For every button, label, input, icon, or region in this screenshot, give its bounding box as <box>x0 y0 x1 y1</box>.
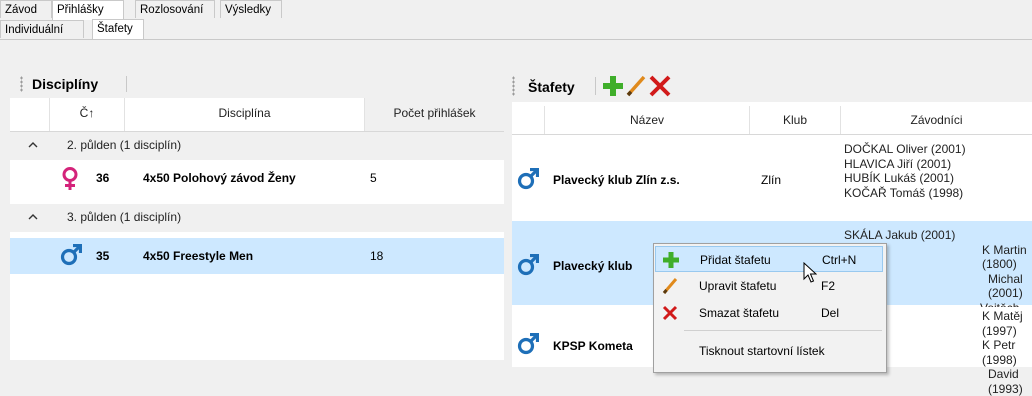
tab-rozlosovani[interactable]: Rozlosování <box>135 0 215 18</box>
sub-tab-bar: Individuální Štafety <box>0 19 1032 40</box>
context-menu: Přidat štafetu Ctrl+N Upravit štafetu F2… <box>653 243 887 373</box>
menu-item-shortcut: Del <box>821 306 840 320</box>
tab-vysledky[interactable]: Výsledky <box>220 0 282 18</box>
tab-stafety[interactable]: Štafety <box>92 19 144 39</box>
header-gender-col[interactable] <box>512 106 545 134</box>
disciplines-toolbar: Disciplíny <box>10 70 504 98</box>
relay-row[interactable]: Plavecký klub Zlín z.s. Zlín DOČKAL Oliv… <box>512 135 1032 219</box>
toolbar-separator <box>595 77 596 95</box>
male-symbol-icon <box>517 167 540 193</box>
group-label: 2. půlden (1 disciplín) <box>67 138 182 152</box>
mouse-cursor-icon <box>803 261 818 287</box>
entry-count: 18 <box>370 249 384 263</box>
header-discipline-label: Disciplína <box>218 106 271 120</box>
discipline-number: 35 <box>96 249 110 263</box>
group-row-day2[interactable]: 2. půlden (1 disciplín) <box>10 132 504 160</box>
relays-title: Štafety <box>528 79 575 95</box>
menu-item-label: Upravit štafetu <box>699 279 777 293</box>
female-symbol-icon <box>61 167 79 194</box>
tab-individualni[interactable]: Individuální <box>0 20 84 38</box>
group-label: 3. půlden (1 disciplín) <box>67 210 182 224</box>
disciplines-header: Č↑ Disciplína Počet přihlášek <box>10 98 504 131</box>
delete-x-icon <box>661 304 679 322</box>
menu-item-delete-relay[interactable]: Smazat štafetu Del <box>655 300 883 326</box>
header-count-label: Počet přihlášek <box>393 106 476 120</box>
discipline-name: 4x50 Freestyle Men <box>143 249 254 263</box>
menu-item-label: Smazat štafetu <box>699 306 780 320</box>
chevron-up-icon[interactable] <box>28 210 38 224</box>
group-row-day3[interactable]: 3. půlden (1 disciplín) <box>10 204 504 232</box>
relay-members: DOČKAL Oliver (2001) HLAVICA Jiří (2001)… <box>844 142 966 200</box>
sort-up-indicator: Č↑ <box>79 106 95 120</box>
header-members-col[interactable]: Závodníci <box>841 106 1032 134</box>
header-count-col[interactable]: Počet přihlášek <box>365 98 504 131</box>
menu-item-label: Přidat štafetu <box>700 253 771 267</box>
edit-pencil-icon[interactable] <box>625 74 647 101</box>
member-name: HUBÍK Lukáš (2001) <box>844 171 955 185</box>
toolbar-separator <box>126 76 127 92</box>
edit-pencil-icon <box>661 277 679 295</box>
header-club-label: Klub <box>782 113 808 127</box>
member-name: KOČAŘ Tomáš (1998) <box>844 185 964 200</box>
entry-count: 5 <box>370 171 377 185</box>
delete-x-icon[interactable] <box>648 75 672 100</box>
relay-club: Zlín <box>761 173 782 187</box>
menu-item-label: Tisknout startovní lístek <box>699 344 825 358</box>
discipline-name: 4x50 Polohový závod Ženy <box>143 171 296 185</box>
member-name: HLAVICA Jiří (2001) <box>844 156 952 171</box>
relay-name: Plavecký klub <box>553 259 633 273</box>
discipline-row[interactable]: 36 4x50 Polohový závod Ženy 5 <box>10 160 504 196</box>
menu-item-shortcut: F2 <box>821 279 836 293</box>
header-gender-col[interactable] <box>10 98 50 131</box>
tab-prihlasky[interactable]: Přihlášky <box>52 0 124 20</box>
relay-name: Plavecký klub Zlín z.s. <box>553 173 680 187</box>
male-symbol-icon <box>517 332 540 358</box>
header-number-col[interactable]: Č↑ <box>50 98 125 131</box>
menu-item-shortcut: Ctrl+N <box>822 253 857 267</box>
relay-name: KPSP Kometa <box>553 339 633 353</box>
male-symbol-icon <box>517 253 540 279</box>
toolbar-grip[interactable] <box>20 76 23 92</box>
menu-item-edit-relay[interactable]: Upravit štafetu F2 <box>655 273 883 299</box>
disciplines-title: Disciplíny <box>32 76 99 92</box>
member-name: SKÁLA Jakub (2001) <box>844 228 956 242</box>
menu-item-add-relay[interactable]: Přidat štafetu Ctrl+N <box>655 246 883 272</box>
header-name-label: Název <box>629 113 664 127</box>
discipline-row[interactable]: 35 4x50 Freestyle Men 18 <box>10 238 504 274</box>
main-tab-bar: Závod Přihlášky Rozlosování Výsledky <box>0 0 1032 21</box>
header-club-col[interactable]: Klub <box>750 106 841 134</box>
relays-header: Název Klub Závodníci <box>512 106 1032 134</box>
add-plus-icon[interactable] <box>602 75 624 100</box>
menu-separator <box>684 330 882 331</box>
add-plus-icon <box>662 251 680 269</box>
header-name-col[interactable]: Název <box>545 106 750 134</box>
chevron-up-icon[interactable] <box>28 138 38 152</box>
header-discipline-col[interactable]: Disciplína <box>125 98 365 131</box>
toolbar-grip[interactable] <box>512 76 515 96</box>
member-name: DOČKAL Oliver (2001) <box>844 142 966 156</box>
relays-toolbar: Štafety <box>512 70 1032 102</box>
tab-zavod[interactable]: Závod <box>0 0 52 18</box>
header-members-label: Závodníci <box>910 113 963 127</box>
menu-item-print-start-card[interactable]: Tisknout startovní lístek <box>655 338 883 364</box>
tab-content-area <box>0 40 1032 70</box>
discipline-number: 36 <box>96 171 110 185</box>
male-symbol-icon <box>60 243 83 269</box>
